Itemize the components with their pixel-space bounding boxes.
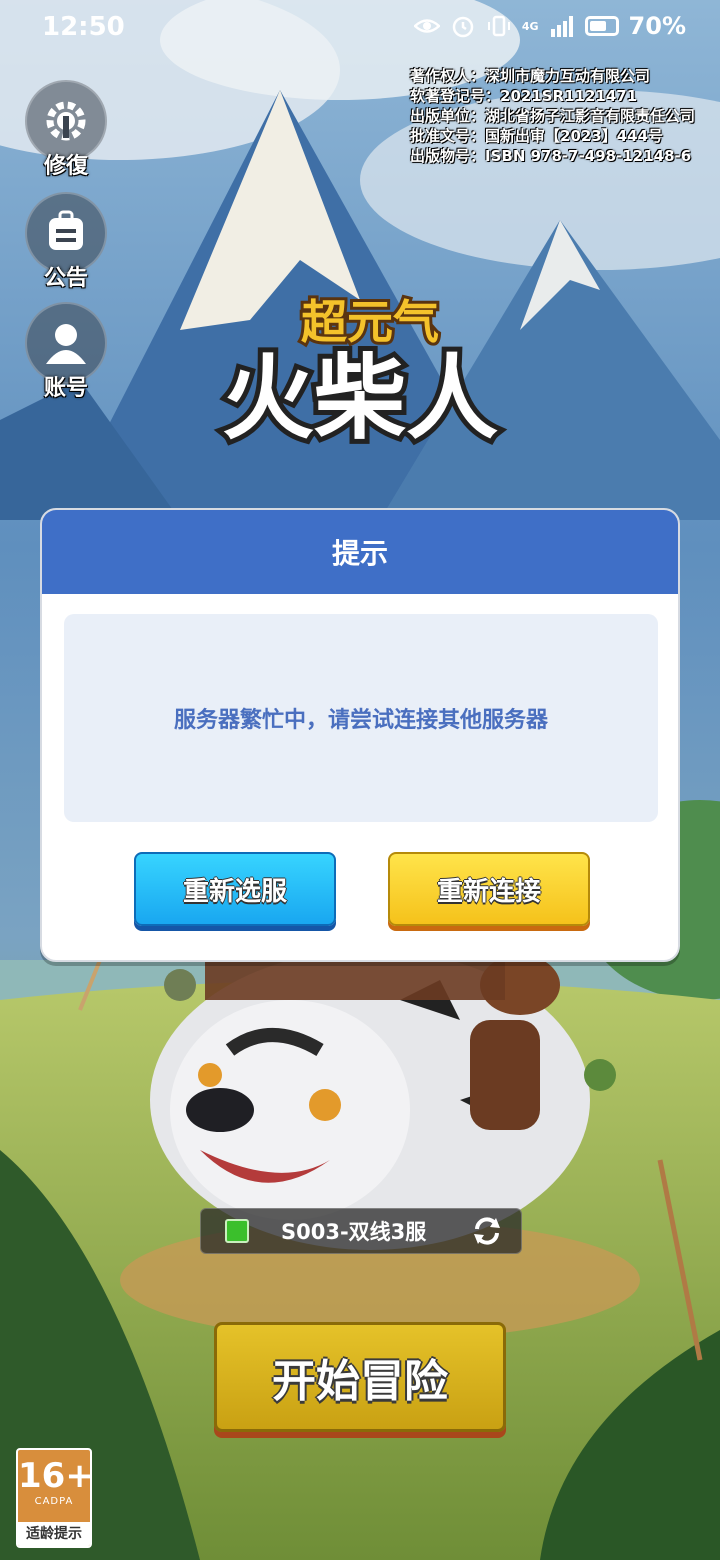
network-type: 4G [521,19,539,33]
reconnect-button[interactable]: 重新连接 [388,852,590,926]
account-button[interactable]: 账号 [24,302,108,402]
vibrate-icon [487,15,510,37]
notice-button[interactable]: 公告 [24,192,108,292]
dialog-message-box: 服务器繁忙中，请尝试连接其他服务器 [64,614,658,822]
repair-button[interactable]: 修復 [24,80,108,180]
copyright-line: 批准文号：国新出审【2023】444号 [410,127,664,145]
age-rating-number: 16+ [18,1456,92,1496]
repair-label: 修復 [43,154,88,179]
alarm-icon [452,16,474,38]
signal-icon [550,16,573,37]
copyright-line: 出版单位：湖北省扬子江影音有限责任公司 [410,107,696,125]
logo-line2: 火柴人 [222,345,498,452]
dialog-title: 提示 [42,510,678,594]
copyright-line: 出版物号：ISBN 978-7-498-12148-6 [410,147,692,165]
alert-dialog: 提示 服务器繁忙中，请尝试连接其他服务器 重新选服 重新连接 [40,508,680,962]
copyright-info: 著作权人：深圳市魔力互动有限公司 软著登记号：2021SR1121471 出版单… [410,66,695,166]
copyright-line: 著作权人：深圳市魔力互动有限公司 [410,67,651,85]
reselect-server-button[interactable]: 重新选服 [134,852,336,926]
user-icon [46,324,86,364]
account-label: 账号 [43,376,88,401]
start-adventure-button[interactable]: 开始冒险 [214,1322,506,1432]
copyright-line: 软著登记号：2021SR1121471 [410,87,638,105]
battery-icon [584,16,619,36]
status-icons: 4G 70% [413,12,686,40]
logo-line1: 超元气 [301,295,439,349]
notice-label: 公告 [43,266,88,291]
eye-icon [413,19,440,33]
status-time: 12:50 [42,12,125,42]
age-rating-tip: 适龄提示 [18,1522,90,1546]
age-rating-badge[interactable]: 16+ CADPA 适龄提示 [16,1448,92,1548]
age-rating-org: CADPA [34,1496,74,1507]
status-bar: 12:50 4G 70% [0,0,720,56]
server-selector[interactable]: S003-双线3服 [200,1208,522,1254]
battery-level: 70% [628,12,686,40]
refresh-icon[interactable] [471,1215,503,1247]
gear-wrench-icon [46,101,86,141]
dialog-message: 服务器繁忙中，请尝试连接其他服务器 [173,708,548,733]
game-logo: 超元气 火柴人 [200,280,520,460]
server-status-indicator [225,1219,249,1243]
notice-board-icon [49,210,83,250]
server-name: S003-双线3服 [281,1220,427,1244]
